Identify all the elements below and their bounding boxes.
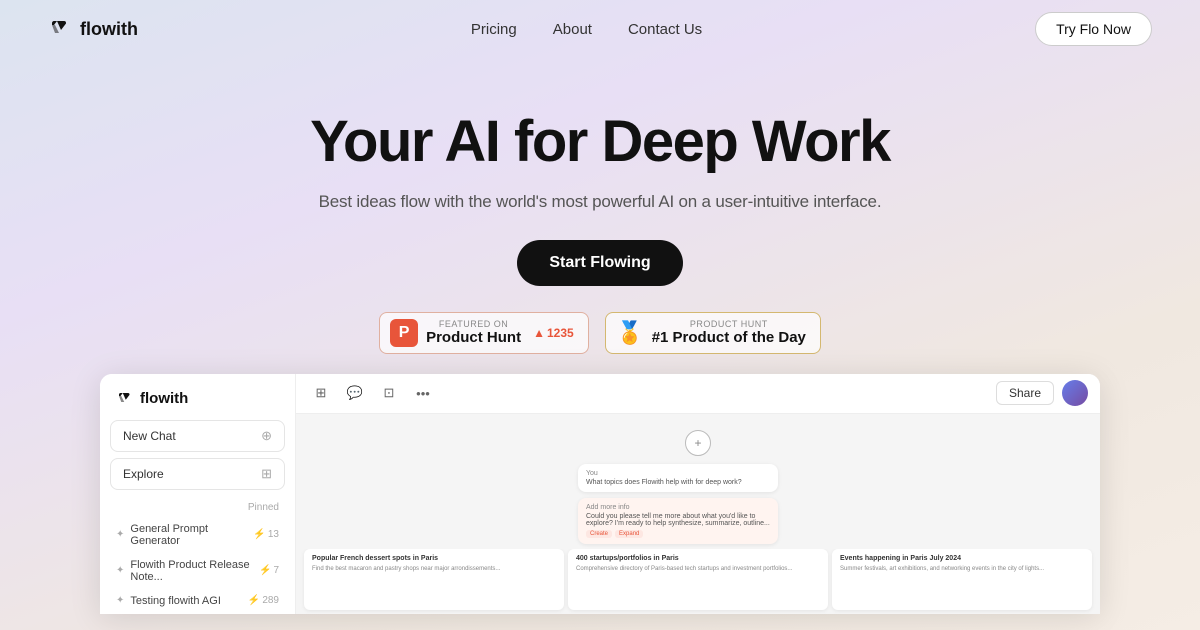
sidebar-count-0: ⚡13 (253, 529, 279, 540)
bottom-card-0[interactable]: Popular French dessert spots in Paris Fi… (304, 549, 564, 610)
bottom-card-text-1: Comprehensive directory of Paris-based t… (576, 565, 820, 573)
sidebar-item-1[interactable]: ✦ Flowith Product Release Note... ⚡7 (100, 553, 295, 589)
bottom-card-text-2: Summer festivals, art exhibitions, and n… (840, 565, 1084, 573)
star-icon-0: ✦ (116, 529, 124, 540)
sidebar-item-label-1: Flowith Product Release Note... (130, 559, 259, 583)
hero-title: Your AI for Deep Work (0, 110, 1200, 174)
product-hunt-badge[interactable]: P FEATURED ON Product Hunt ▲ 1235 (379, 312, 589, 354)
badge-award-label: PRODUCT HUNT (652, 319, 806, 329)
sidebar-count-2: ⚡289 (248, 595, 279, 606)
logo-icon (48, 17, 72, 41)
share-button[interactable]: Share (996, 381, 1054, 405)
chat-bubble-add-info: Add more info (586, 504, 630, 511)
app-main: ⊞ 💬 ⊡ ••• Share + You What topics does F… (296, 374, 1100, 614)
start-flowing-button[interactable]: Start Flowing (517, 240, 682, 286)
sidebar-count-1: ⚡7 (259, 565, 279, 576)
hero-subtitle: Best ideas flow with the world's most po… (0, 192, 1200, 212)
sidebar-item-2[interactable]: ✦ Testing flowith AGI ⚡289 (100, 589, 295, 613)
badge-ph-text: FEATURED ON Product Hunt (426, 319, 521, 346)
try-flo-button[interactable]: Try Flo Now (1035, 12, 1152, 46)
nav-contact[interactable]: Contact Us (628, 21, 702, 38)
bottom-card-title-1: 400 startups/portfolios in Paris (576, 555, 820, 562)
chat-actions: Create Expand (586, 530, 770, 538)
canvas-chat-area: You What topics does Flowith help with f… (578, 464, 778, 550)
app-toolbar: ⊞ 💬 ⊡ ••• Share (296, 374, 1100, 414)
toolbar-chat-icon[interactable]: 💬 (342, 380, 368, 406)
explore-button[interactable]: Explore ⊞ (110, 458, 285, 490)
chat-bubble-user-text: What topics does Flowith help with for d… (586, 479, 742, 486)
bottom-cards: Popular French dessert spots in Paris Fi… (296, 549, 1100, 614)
award-icon: 🏅 (616, 319, 644, 347)
app-canvas[interactable]: + You What topics does Flowith help with… (296, 414, 1100, 614)
bottom-card-title-2: Events happening in Paris July 2024 (840, 555, 1084, 562)
sidebar-logo: flowith (100, 390, 295, 420)
star-icon-1: ✦ (116, 565, 124, 576)
bottom-card-text-0: Find the best macaron and pastry shops n… (312, 565, 556, 573)
action-expand[interactable]: Expand (615, 530, 643, 538)
bottom-card-1[interactable]: 400 startups/portfolios in Paris Compreh… (568, 549, 828, 610)
social-proof-badges: P FEATURED ON Product Hunt ▲ 1235 🏅 PROD… (0, 312, 1200, 354)
new-chat-button[interactable]: New Chat ⊕ (110, 420, 285, 452)
user-avatar (1062, 380, 1088, 406)
logo[interactable]: flowith (48, 17, 138, 41)
nav-about[interactable]: About (553, 21, 592, 38)
logo-text: flowith (80, 19, 138, 40)
badge-ph-label: FEATURED ON (426, 319, 521, 329)
chat-bubble-user-title: You (586, 470, 770, 477)
app-preview: flowith New Chat ⊕ Explore ⊞ Pinned ✦ Ge… (100, 374, 1100, 614)
product-hunt-icon: P (390, 319, 418, 347)
sidebar-item-3[interactable]: ✦ User Feedback Anaylizer (100, 613, 295, 614)
badge-award-text: PRODUCT HUNT #1 Product of the Day (652, 319, 806, 346)
bottom-card-title-0: Popular French dessert spots in Paris (312, 555, 556, 562)
badge-ph-main: Product Hunt (426, 329, 521, 346)
navbar: flowith Pricing About Contact Us Try Flo… (0, 0, 1200, 58)
toolbar-more-icon[interactable]: ••• (410, 380, 436, 406)
badge-ph-count: ▲ 1235 (533, 326, 574, 340)
canvas-add-icon[interactable]: + (685, 430, 711, 456)
sidebar-logo-icon (116, 390, 134, 408)
sidebar-logo-text: flowith (140, 390, 188, 407)
sidebar-item-label-0: General Prompt Generator (130, 523, 253, 547)
toolbar-image-icon[interactable]: ⊡ (376, 380, 402, 406)
action-create[interactable]: Create (586, 530, 612, 538)
pinned-label: Pinned (100, 496, 295, 517)
app-sidebar: flowith New Chat ⊕ Explore ⊞ Pinned ✦ Ge… (100, 374, 296, 614)
chat-bubble-ai-title: Add more info (586, 504, 770, 511)
sidebar-item-0[interactable]: ✦ General Prompt Generator ⚡13 (100, 517, 295, 553)
chat-bubble-user: You What topics does Flowith help with f… (578, 464, 778, 492)
bottom-card-2[interactable]: Events happening in Paris July 2024 Summ… (832, 549, 1092, 610)
sidebar-item-label-2: Testing flowith AGI (130, 595, 221, 607)
explore-icon: ⊞ (261, 466, 272, 482)
chat-bubble-ai-text: Could you please tell me more about what… (586, 513, 770, 527)
toolbar-layout-icon[interactable]: ⊞ (308, 380, 334, 406)
hero-section: Your AI for Deep Work Best ideas flow wi… (0, 58, 1200, 354)
product-day-badge[interactable]: 🏅 PRODUCT HUNT #1 Product of the Day (605, 312, 821, 354)
nav-links: Pricing About Contact Us (471, 21, 702, 38)
badge-award-main: #1 Product of the Day (652, 329, 806, 346)
chat-bubble-ai: Add more info Could you please tell me m… (578, 498, 778, 544)
new-chat-icon: ⊕ (261, 428, 272, 444)
nav-pricing[interactable]: Pricing (471, 21, 517, 38)
star-icon-2: ✦ (116, 595, 124, 606)
